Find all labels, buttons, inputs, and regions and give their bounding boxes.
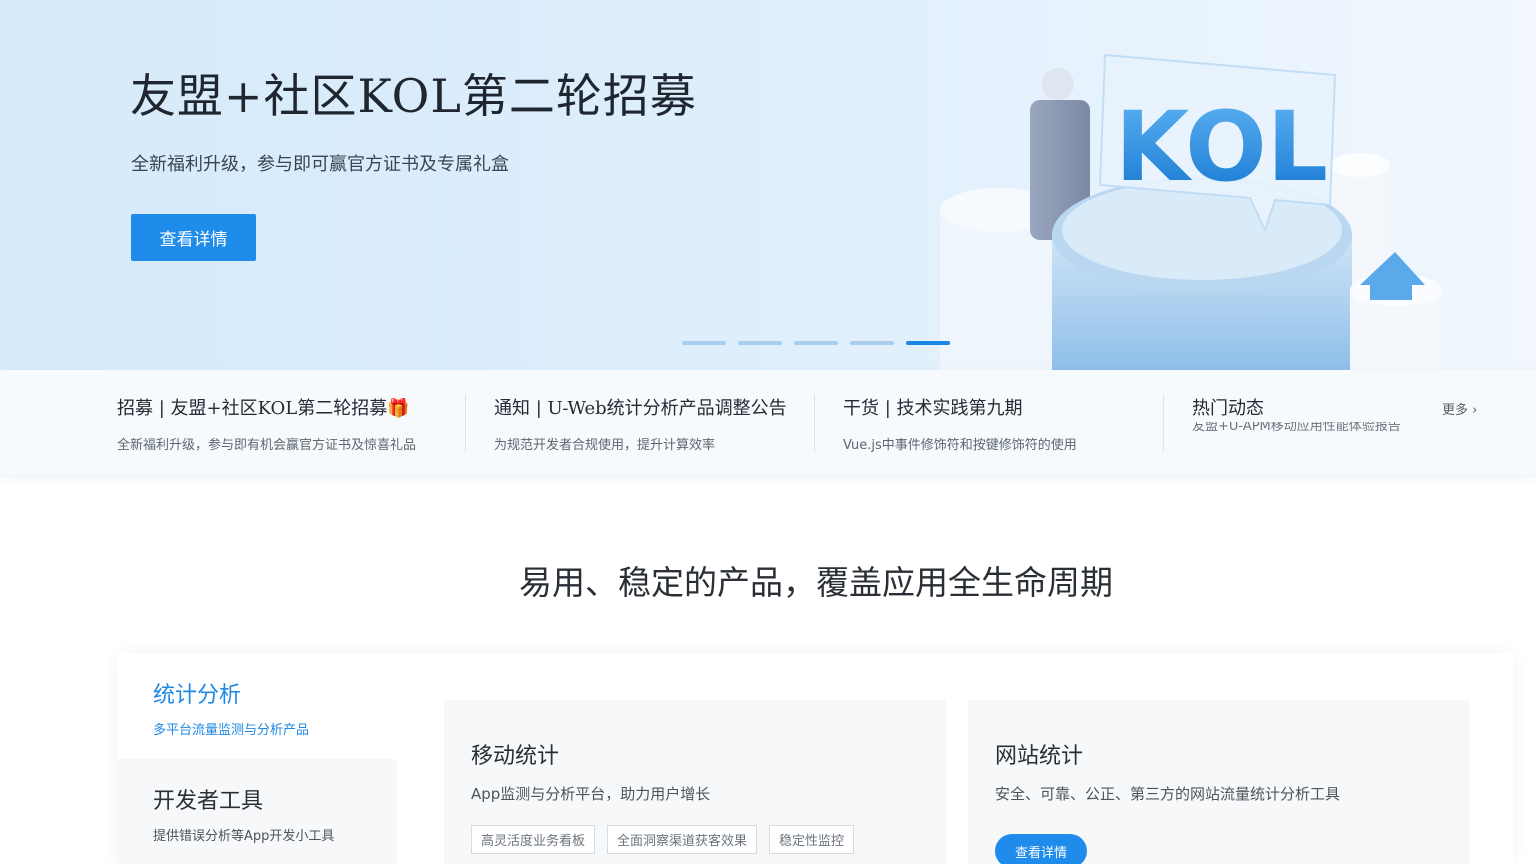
news-bar: 招募 | 友盟+社区KOL第二轮招募🎁 全新福利升级，参与即有机会赢官方证书及惊… — [0, 370, 1536, 476]
news-item-recruit[interactable]: 招募 | 友盟+社区KOL第二轮招募🎁 全新福利升级，参与即有机会赢官方证书及惊… — [117, 394, 416, 453]
news-item-notice[interactable]: 通知 | U-Web统计分析产品调整公告 为规范开发者合规使用，提升计算效率 — [494, 394, 787, 453]
news-divider — [1163, 394, 1164, 452]
carousel-dot-4[interactable] — [850, 341, 894, 345]
card-desc: App监测与分析平台，助力用户增长 — [471, 785, 711, 803]
news-hot-section: 热门动态 — [1192, 394, 1264, 420]
sidebar-item-analytics[interactable]: 统计分析 多平台流量监测与分析产品 — [117, 653, 397, 759]
carousel-dot-1[interactable] — [682, 341, 726, 345]
sidebar-item-title: 统计分析 — [153, 683, 242, 708]
news-desc: 为规范开发者合规使用，提升计算效率 — [494, 438, 716, 453]
news-item-tech[interactable]: 干货 | 技术实践第九期 Vue.js中事件修饰符和按键修饰符的使用 — [843, 394, 1077, 453]
news-title[interactable]: 通知 | U-Web统计分析产品调整公告 — [494, 394, 787, 420]
sidebar-item-devtools[interactable]: 开发者工具 提供错误分析等App开发小工具 — [117, 759, 397, 864]
hero-banner[interactable]: 友盟+社区KOL第二轮招募 全新福利升级，参与即可赢官方证书及专属礼盒 查看详情 — [0, 0, 1536, 370]
news-desc: 全新福利升级，参与即有机会赢官方证书及惊喜礼品 — [117, 438, 417, 453]
more-link[interactable]: 更多 › — [1442, 399, 1477, 418]
card-title: 移动统计 — [471, 744, 560, 769]
card-title: 网站统计 — [995, 744, 1084, 769]
hero-subtitle: 全新福利升级，参与即可赢官方证书及专属礼盒 — [131, 154, 509, 175]
news-desc: Vue.js中事件修饰符和按键修饰符的使用 — [843, 438, 1077, 453]
web-details-button[interactable]: 查看详情 — [995, 834, 1087, 864]
news-divider — [465, 394, 466, 452]
product-card-mobile[interactable]: 移动统计 App监测与分析平台，助力用户增长 高灵活度业务看板 全面洞察渠道获客… — [444, 700, 946, 864]
carousel-dot-2[interactable] — [738, 341, 782, 345]
sidebar-item-title: 开发者工具 — [153, 789, 264, 814]
hot-news-ticker-text[interactable]: 友盟+U-APM移动应用性能体验报告 — [1192, 422, 1432, 434]
news-divider — [814, 394, 815, 452]
news-title[interactable]: 招募 | 友盟+社区KOL第二轮招募🎁 — [117, 394, 416, 420]
hero-title: 友盟+社区KOL第二轮招募 — [130, 69, 697, 123]
feature-tag: 高灵活度业务看板 — [471, 825, 596, 854]
carousel-indicators — [682, 341, 950, 345]
hot-news-title: 热门动态 — [1192, 398, 1264, 419]
kol-illustration: KOL — [940, 53, 1442, 370]
section-title: 易用、稳定的产品，覆盖应用全生命周期 — [519, 563, 1113, 602]
sidebar-item-desc: 多平台流量监测与分析产品 — [153, 723, 310, 738]
hero-details-button[interactable]: 查看详情 — [131, 214, 256, 261]
kol-art-text: KOL — [1115, 91, 1328, 203]
feature-tags: 高灵活度业务看板 全面洞察渠道获客效果 稳定性监控 — [471, 825, 855, 854]
feature-tag: 稳定性监控 — [769, 825, 855, 854]
feature-tag: 全面洞察渠道获客效果 — [607, 825, 758, 854]
hot-news-ticker[interactable]: 友盟+U-APM移动应用性能体验报告 — [1192, 422, 1432, 434]
news-title[interactable]: 干货 | 技术实践第九期 — [843, 394, 1077, 420]
carousel-dot-3[interactable] — [794, 341, 838, 345]
carousel-dot-5[interactable] — [906, 341, 950, 345]
card-desc: 安全、可靠、公正、第三方的网站流量统计分析工具 — [995, 785, 1341, 803]
sidebar-item-desc: 提供错误分析等App开发小工具 — [153, 829, 335, 844]
product-card-web[interactable]: 网站统计 安全、可靠、公正、第三方的网站流量统计分析工具 查看详情 — [968, 700, 1470, 864]
